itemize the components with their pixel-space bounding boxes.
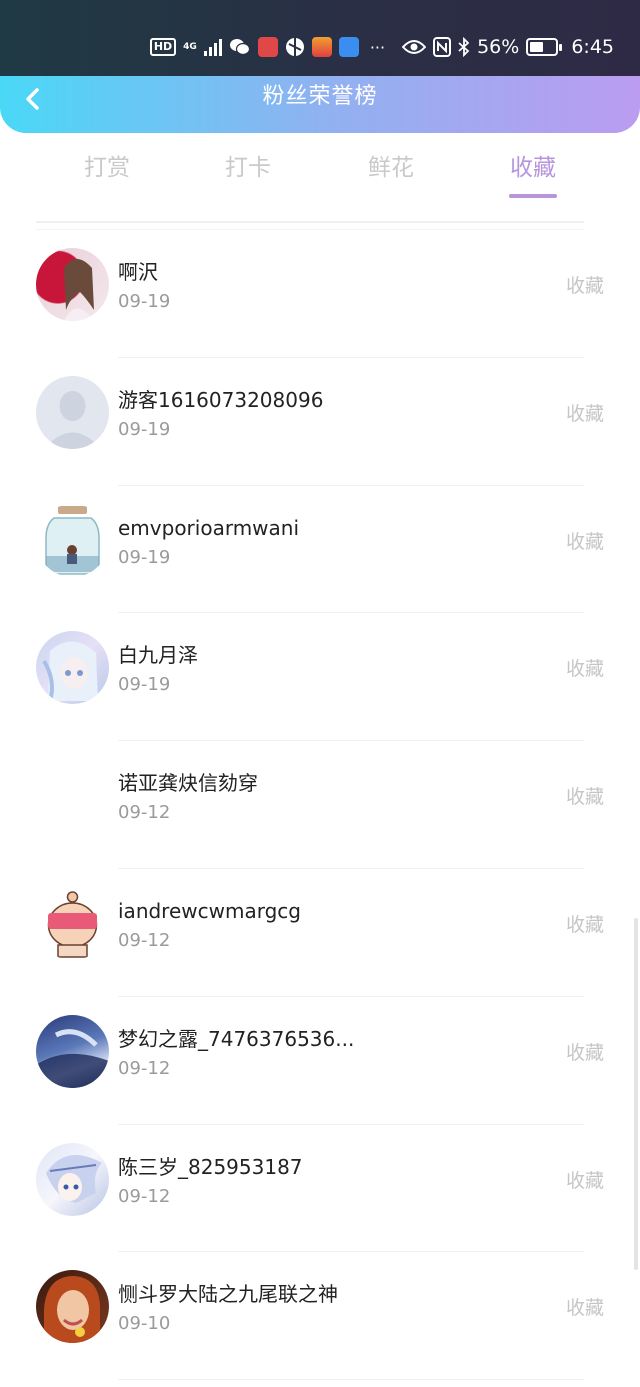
tab-bar: 打赏 打卡 鲜花 收藏 <box>0 150 640 202</box>
favorite-label: 收藏 <box>565 275 604 297</box>
fan-date: 09-12 <box>118 1185 171 1207</box>
list-item[interactable]: 游客1616073208096 09-19 收藏 <box>0 358 640 486</box>
signal-bars-icon <box>203 38 222 56</box>
fan-date: 09-12 <box>118 802 171 824</box>
avatar <box>36 503 109 577</box>
fan-name: 梦幻之露_7476376536... <box>118 1026 355 1051</box>
red-app-icon <box>257 37 278 57</box>
fan-name: 游客1616073208096 <box>118 387 324 412</box>
list-item[interactable]: 诺亚龚炔信劾穿 09-12 收藏 <box>0 741 640 869</box>
avatar <box>36 759 109 833</box>
favorite-label: 收藏 <box>565 530 604 553</box>
hd-icon: HD <box>149 38 177 56</box>
browser-icon <box>285 37 305 57</box>
battery-icon <box>526 38 563 56</box>
wechat-icon <box>229 37 251 57</box>
favorite-label: 收藏 <box>565 1041 604 1064</box>
fan-date: 09-19 <box>118 291 171 312</box>
tab-flowers[interactable]: 鲜花 <box>341 150 441 186</box>
fan-name: 啊沢 <box>118 260 158 284</box>
eye-comfort-icon <box>402 39 427 55</box>
list-item[interactable]: 白九月泽 09-19 收藏 <box>0 613 640 742</box>
divider <box>36 221 584 223</box>
network-type-label: 4G <box>183 41 197 52</box>
clock: 6:45 <box>571 36 614 58</box>
tab-favorites-label: 收藏 <box>510 155 556 181</box>
favorite-label: 收藏 <box>565 786 604 809</box>
more-notifications-icon: ··· <box>369 37 386 57</box>
signal-icon: 4G <box>183 41 197 52</box>
fan-name: emvporioarmwani <box>118 515 300 540</box>
favorite-label: 收藏 <box>565 1297 604 1320</box>
avatar <box>36 1014 109 1088</box>
tab-favorites[interactable]: 收藏 <box>483 150 583 198</box>
orange-app-icon <box>311 37 332 57</box>
fan-name: 恻斗罗大陆之九尾联之神 <box>118 1282 338 1307</box>
avatar <box>36 1142 109 1216</box>
divider <box>118 1379 584 1381</box>
avatar <box>36 248 109 321</box>
scrollbar[interactable] <box>634 918 638 1270</box>
favorite-label: 收藏 <box>565 658 604 681</box>
avatar <box>36 1270 109 1344</box>
avatar <box>36 886 109 960</box>
status-icons: HD 4G ··· 56% 6:45 <box>149 32 614 62</box>
bluetooth-icon <box>458 37 470 57</box>
fan-list: 啊沢 09-19 收藏 游客1616073208096 09-19 收藏 emv… <box>0 230 640 1381</box>
fan-date: 09-12 <box>118 1057 171 1079</box>
active-tab-indicator <box>509 194 557 198</box>
list-item[interactable]: emvporioarmwani 09-19 收藏 <box>0 486 640 614</box>
app-header: 粉丝荣誉榜 <box>0 76 640 133</box>
list-item[interactable]: iandrewcwmargcg 09-12 收藏 <box>0 869 640 997</box>
tab-checkin[interactable]: 打卡 <box>198 150 298 186</box>
favorite-label: 收藏 <box>565 402 604 425</box>
battery-percent: 56% <box>477 36 520 58</box>
fan-date: 09-10 <box>118 1313 171 1335</box>
fan-name: 白九月泽 <box>118 643 198 668</box>
fan-date: 09-19 <box>118 546 171 568</box>
favorite-label: 收藏 <box>565 1169 604 1192</box>
fan-date: 09-19 <box>118 418 171 440</box>
fan-date: 09-12 <box>118 929 171 951</box>
avatar <box>36 375 109 449</box>
list-item[interactable]: 梦幻之露_7476376536... 09-12 收藏 <box>0 997 640 1125</box>
tab-reward[interactable]: 打赏 <box>57 150 157 186</box>
fan-name: 诺亚龚炔信劾穿 <box>118 771 258 796</box>
list-item[interactable]: 恻斗罗大陆之九尾联之神 09-10 收藏 <box>0 1252 640 1381</box>
list-item[interactable]: 啊沢 09-19 收藏 <box>0 230 640 358</box>
blue-app-icon <box>338 37 359 57</box>
favorite-label: 收藏 <box>565 913 604 936</box>
nfc-icon <box>433 37 452 57</box>
list-item[interactable]: 陈三岁_825953187 09-12 收藏 <box>0 1125 640 1253</box>
fan-name: 陈三岁_825953187 <box>118 1154 303 1179</box>
fan-name: iandrewcwmargcg <box>118 898 301 923</box>
page-title: 粉丝荣誉榜 <box>262 84 378 109</box>
avatar <box>36 631 109 705</box>
fan-date: 09-19 <box>118 674 171 696</box>
